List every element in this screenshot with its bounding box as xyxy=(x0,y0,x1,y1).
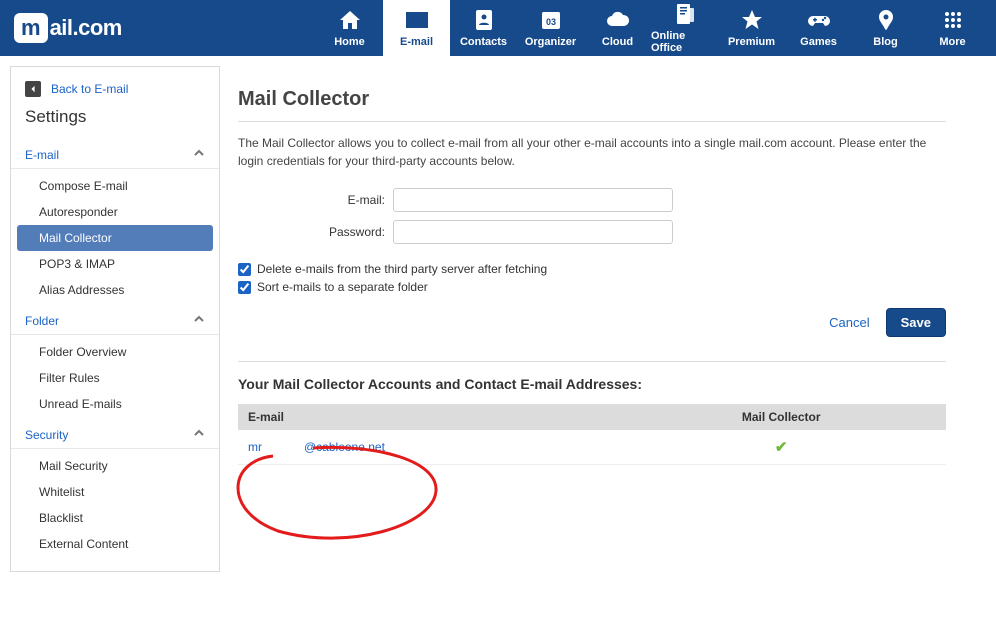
contacts-icon xyxy=(472,8,496,32)
nav-online-office[interactable]: Online Office xyxy=(651,0,718,56)
settings-title: Settings xyxy=(11,107,219,141)
back-to-email-link[interactable]: Back to E-mail xyxy=(11,77,219,107)
save-button[interactable]: Save xyxy=(886,308,946,337)
divider xyxy=(238,361,946,362)
nav-label: Home xyxy=(334,36,365,48)
sidebar-item-unread-e-mails[interactable]: Unread E-mails xyxy=(11,391,219,417)
email-icon xyxy=(405,8,429,32)
sidebar-item-pop3-imap[interactable]: POP3 & IMAP xyxy=(11,251,219,277)
sidebar-section-folder[interactable]: Folder xyxy=(11,307,219,335)
password-field[interactable] xyxy=(393,220,673,244)
logo-text: ail.com xyxy=(50,15,122,41)
sort-emails-checkbox[interactable] xyxy=(238,281,251,294)
accounts-table-header: E-mail Mail Collector xyxy=(238,404,946,430)
section-label: E-mail xyxy=(25,148,59,162)
nav-label: Online Office xyxy=(651,30,718,54)
password-label: Password: xyxy=(238,225,393,239)
office-icon xyxy=(673,2,697,26)
sidebar-item-alias-addresses[interactable]: Alias Addresses xyxy=(11,277,219,303)
nav-more[interactable]: More xyxy=(919,0,986,56)
sidebar-item-filter-rules[interactable]: Filter Rules xyxy=(11,365,219,391)
account-status-check-icon: ✔ xyxy=(626,438,936,456)
section-label: Folder xyxy=(25,314,59,328)
cancel-button[interactable]: Cancel xyxy=(829,315,869,330)
grid-icon xyxy=(941,8,965,32)
nav-label: Contacts xyxy=(460,36,507,48)
sort-emails-label: Sort e-mails to a separate folder xyxy=(257,280,428,294)
sidebar-item-mail-security[interactable]: Mail Security xyxy=(11,453,219,479)
col-email: E-mail xyxy=(248,410,626,424)
accounts-title: Your Mail Collector Accounts and Contact… xyxy=(238,376,946,392)
sidebar-item-folder-overview[interactable]: Folder Overview xyxy=(11,339,219,365)
nav-label: E-mail xyxy=(400,36,433,48)
nav-organizer[interactable]: 03 Organizer xyxy=(517,0,584,56)
chevron-up-icon xyxy=(193,313,205,328)
nav-blog[interactable]: Blog xyxy=(852,0,919,56)
nav-premium[interactable]: Premium xyxy=(718,0,785,56)
nav-contacts[interactable]: Contacts xyxy=(450,0,517,56)
nav-label: Blog xyxy=(873,36,897,48)
star-icon xyxy=(740,8,764,32)
chevron-up-icon xyxy=(193,147,205,162)
delete-emails-checkbox-row[interactable]: Delete e-mails from the third party serv… xyxy=(238,262,946,276)
cloud-icon xyxy=(606,8,630,32)
top-nav: m ail.com Home E-mail Contacts 03 Organizer C… xyxy=(0,0,996,56)
nav-games[interactable]: Games xyxy=(785,0,852,56)
sidebar-item-autoresponder[interactable]: Autoresponder xyxy=(11,199,219,225)
sidebar: Back to E-mail Settings E-mail Compose E-… xyxy=(10,66,220,572)
back-icon xyxy=(25,81,41,97)
sidebar-item-mail-collector[interactable]: Mail Collector xyxy=(17,225,213,251)
account-email[interactable]: mr@cableone.net xyxy=(248,440,626,454)
nav-home[interactable]: Home xyxy=(316,0,383,56)
blog-icon xyxy=(874,8,898,32)
sidebar-section-security[interactable]: Security xyxy=(11,421,219,449)
sidebar-item-compose-e-mail[interactable]: Compose E-mail xyxy=(11,173,219,199)
email-field[interactable] xyxy=(393,188,673,212)
nav-e-mail[interactable]: E-mail xyxy=(383,0,450,56)
nav-cloud[interactable]: Cloud xyxy=(584,0,651,56)
page-description: The Mail Collector allows you to collect… xyxy=(238,134,946,170)
organizer-icon: 03 xyxy=(539,8,563,32)
nav-label: Cloud xyxy=(602,36,633,48)
chevron-up-icon xyxy=(193,427,205,442)
col-collector: Mail Collector xyxy=(626,410,936,424)
back-label: Back to E-mail xyxy=(51,82,128,96)
section-label: Security xyxy=(25,428,68,442)
delete-emails-checkbox[interactable] xyxy=(238,263,251,276)
sidebar-item-blacklist[interactable]: Blacklist xyxy=(11,505,219,531)
logo-mark: m xyxy=(14,13,48,43)
page-title: Mail Collector xyxy=(238,88,946,111)
games-icon xyxy=(807,8,831,32)
logo[interactable]: m ail.com xyxy=(14,13,122,43)
email-label: E-mail: xyxy=(238,193,393,207)
sidebar-item-external-content[interactable]: External Content xyxy=(11,531,219,557)
home-icon xyxy=(338,8,362,32)
nav-label: More xyxy=(939,36,965,48)
nav-label: Organizer xyxy=(525,36,576,48)
account-row[interactable]: mr@cableone.net✔ xyxy=(238,430,946,465)
main-content: Mail Collector The Mail Collector allows… xyxy=(238,66,986,572)
sort-emails-checkbox-row[interactable]: Sort e-mails to a separate folder xyxy=(238,280,946,294)
delete-emails-label: Delete e-mails from the third party serv… xyxy=(257,262,547,276)
sidebar-section-e-mail[interactable]: E-mail xyxy=(11,141,219,169)
nav-label: Premium xyxy=(728,36,775,48)
divider xyxy=(238,121,946,122)
svg-text:03: 03 xyxy=(545,17,555,27)
sidebar-item-whitelist[interactable]: Whitelist xyxy=(11,479,219,505)
nav-label: Games xyxy=(800,36,837,48)
